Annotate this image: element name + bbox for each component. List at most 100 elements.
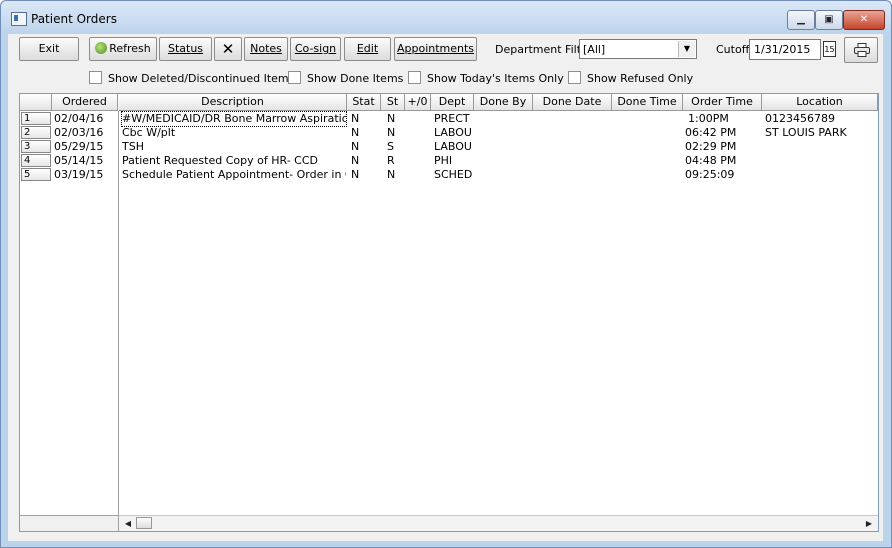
cell-dept: SCHED — [434, 168, 473, 181]
dropdown-arrow-icon[interactable]: ▼ — [678, 41, 695, 57]
column-header-st[interactable]: St — [381, 94, 405, 111]
minimize-button[interactable]: ▁ — [787, 10, 815, 30]
cell-st: S — [387, 140, 394, 153]
status-button[interactable]: Status — [159, 37, 212, 61]
show-done-checkbox[interactable]: Show Done Items — [288, 71, 403, 87]
column-header-done-date[interactable]: Done Date — [533, 94, 612, 111]
refresh-icon — [95, 42, 108, 54]
printer-icon — [854, 43, 870, 57]
row-number[interactable]: 3 — [21, 140, 51, 153]
show-today-checkbox[interactable]: Show Today's Items Only — [408, 71, 564, 87]
cell-description: TSH — [122, 140, 144, 153]
cell-ordered: 02/03/16 — [54, 126, 104, 139]
calendar-icon[interactable]: 15 — [823, 41, 836, 57]
title-bar[interactable]: Patient Orders ▁ ▣ ✕ — [1, 1, 891, 35]
checkbox-label: Show Done Items — [307, 72, 404, 85]
cell-stat: N — [351, 140, 360, 153]
close-icon: ✕ — [859, 14, 869, 25]
cosign-label: Co-sign — [294, 42, 337, 55]
department-filter-select[interactable]: [All] ▼ — [579, 39, 697, 59]
cell-order-time: 1:00PM — [688, 112, 729, 125]
appointments-button[interactable]: Appointments — [394, 37, 477, 61]
checkbox-box[interactable] — [89, 71, 102, 84]
cell-order-time: 09:25:09 — [685, 168, 735, 181]
notes-label: Notes — [250, 42, 282, 55]
client-area: Exit Refresh Status ✕ Notes Co-sign Edit… — [8, 34, 883, 541]
exit-button[interactable]: Exit — [19, 37, 79, 61]
show-refused-checkbox[interactable]: Show Refused Only — [568, 71, 693, 87]
edit-label: Edit — [356, 42, 379, 55]
row-number[interactable]: 2 — [21, 126, 51, 139]
orders-table[interactable]: Ordered Description Stat St +/0 Dept Don… — [19, 93, 879, 532]
column-header-stat[interactable]: Stat — [347, 94, 381, 111]
scroll-right-icon[interactable]: ▶ — [862, 517, 876, 530]
checkbox-label: Show Deleted/Discontinued Items — [108, 72, 295, 85]
department-filter-value: [All] — [583, 43, 606, 56]
patient-orders-window: Patient Orders ▁ ▣ ✕ Exit Refresh Status… — [0, 0, 892, 548]
row-number[interactable]: 5 — [21, 168, 51, 181]
frozen-column-divider — [118, 111, 119, 531]
cell-ordered: 03/19/15 — [54, 168, 104, 181]
app-icon — [11, 12, 27, 26]
column-header-dept[interactable]: Dept — [431, 94, 474, 111]
cell-order-time: 04:48 PM — [685, 154, 737, 167]
notes-button[interactable]: Notes — [244, 37, 288, 61]
cell-dept: LABOU — [434, 140, 472, 153]
row-number[interactable]: 1 — [21, 112, 51, 125]
window-title: Patient Orders — [31, 12, 117, 26]
cell-location: 0123456789 — [765, 112, 835, 125]
department-filter-label: Department Filter — [495, 43, 593, 56]
column-header-done-by[interactable]: Done By — [474, 94, 533, 111]
horizontal-scrollbar[interactable]: ◀ ▶ — [119, 515, 878, 531]
show-deleted-checkbox[interactable]: Show Deleted/Discontinued Items — [89, 71, 294, 87]
print-button[interactable] — [844, 37, 878, 63]
maximize-button[interactable]: ▣ — [815, 10, 843, 30]
column-header-location[interactable]: Location — [762, 94, 878, 111]
column-header-ordered[interactable]: Ordered — [52, 94, 118, 111]
frozen-scroll-area — [20, 515, 118, 531]
checkbox-box[interactable] — [288, 71, 301, 84]
cutoff-date-input[interactable]: 1/31/2015 — [749, 39, 821, 60]
cell-ordered: 05/14/15 — [54, 154, 104, 167]
column-header-done-time[interactable]: Done Time — [612, 94, 683, 111]
cell-stat: N — [351, 126, 360, 139]
column-header-description[interactable]: Description — [119, 94, 347, 111]
refresh-label: Refresh — [109, 42, 151, 55]
cell-dept: PRECT — [434, 112, 470, 125]
cell-st: N — [387, 168, 396, 181]
maximize-icon: ▣ — [824, 14, 834, 25]
row-number[interactable]: 4 — [21, 154, 51, 167]
status-label: Status — [167, 42, 204, 55]
minimize-icon: ▁ — [797, 14, 805, 25]
cell-description: Schedule Patient Appointment- Order in C… — [122, 168, 346, 181]
cell-st: N — [387, 126, 396, 139]
scrollbar-thumb[interactable] — [136, 517, 152, 529]
cell-description: Cbc W/plt — [122, 126, 176, 139]
scroll-left-icon[interactable]: ◀ — [121, 517, 135, 530]
cell-description: Patient Requested Copy of HR- CCD — [122, 154, 318, 167]
edit-button[interactable]: Edit — [344, 37, 391, 61]
checkbox-label: Show Refused Only — [587, 72, 694, 85]
column-header-plus-zero[interactable]: +/0 — [405, 94, 431, 111]
checkbox-label: Show Today's Items Only — [427, 72, 564, 85]
checkbox-box[interactable] — [408, 71, 421, 84]
delete-button[interactable]: ✕ — [214, 37, 242, 61]
checkbox-box[interactable] — [568, 71, 581, 84]
cell-dept: LABOU — [434, 126, 472, 139]
cell-location: ST LOUIS PARK — [765, 126, 847, 139]
cell-st: R — [387, 154, 395, 167]
cell-ordered: 05/29/15 — [54, 140, 104, 153]
refresh-button[interactable]: Refresh — [89, 37, 157, 61]
cosign-button[interactable]: Co-sign — [290, 37, 341, 61]
close-button[interactable]: ✕ — [843, 10, 885, 30]
column-header-order-time[interactable]: Order Time — [683, 94, 762, 111]
cell-dept: PHI — [434, 154, 453, 167]
cell-order-time: 06:42 PM — [685, 126, 737, 139]
cell-st: N — [387, 112, 396, 125]
cell-description[interactable]: #W/MEDICAID/DR Bone Marrow Aspiration &- — [121, 111, 347, 127]
cell-stat: N — [351, 168, 360, 181]
cell-stat: N — [351, 112, 360, 125]
cutoff-label: Cutoff — [716, 43, 750, 56]
cell-order-time: 02:29 PM — [685, 140, 737, 153]
header-corner — [20, 94, 52, 111]
